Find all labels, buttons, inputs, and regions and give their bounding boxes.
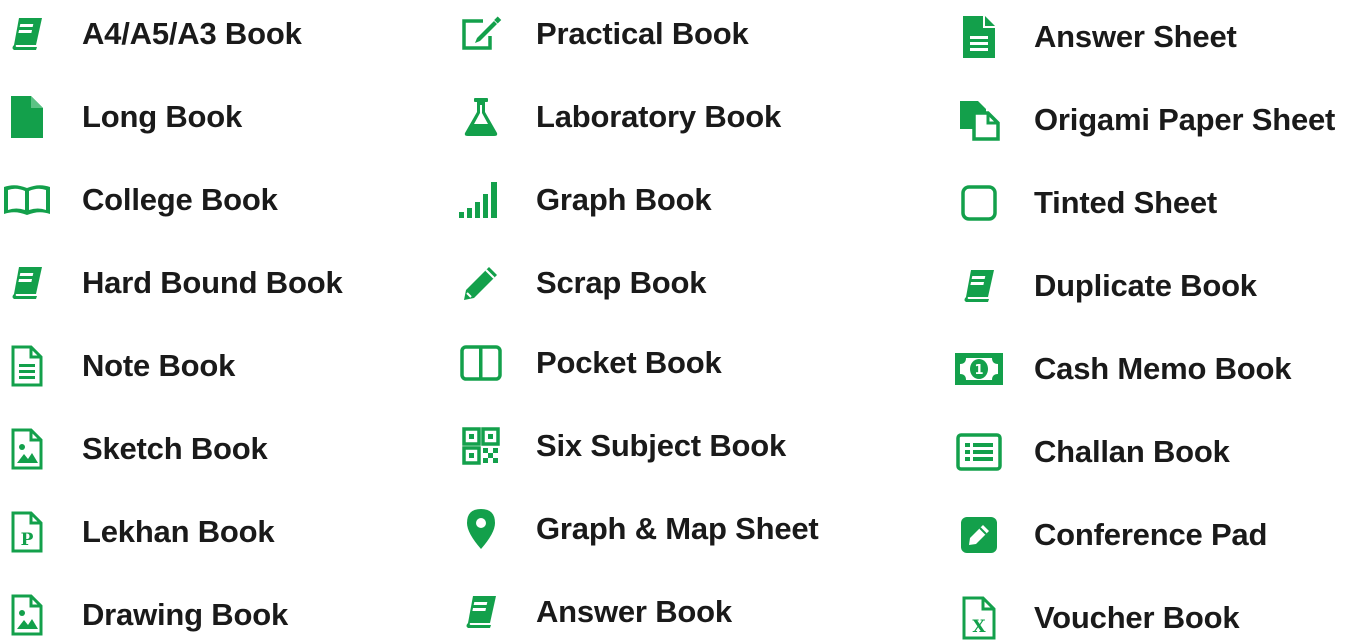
category-link-lekhan-book[interactable]: P Lekhan Book [0,510,275,554]
category-link-challan-book[interactable]: Challan Book [952,430,1230,474]
category-link-tinted-sheet[interactable]: Tinted Sheet [952,181,1217,225]
document-lines-icon [0,344,54,388]
category-link-scrap-book[interactable]: Scrap Book [454,261,706,305]
category-label: Cash Memo Book [1034,351,1292,386]
book-category-grid: A4/A5/A3 Book Long Book College Book Hard B… [0,0,1356,640]
category-link-practical-book[interactable]: Practical Book [454,12,749,56]
file-icon [0,95,54,139]
open-book-icon [0,178,54,222]
category-link-graph-map-sheet[interactable]: Graph & Map Sheet [454,507,819,551]
category-label: A4/A5/A3 Book [82,16,302,51]
category-link-graph-book[interactable]: Graph Book [454,178,712,222]
book-icon [0,12,54,56]
category-link-duplicate-book[interactable]: Duplicate Book [952,264,1257,308]
image-file-icon [0,593,54,637]
square-outline-icon [952,181,1006,225]
category-link-sketch-book[interactable]: Sketch Book [0,427,268,471]
category-label: Answer Sheet [1034,19,1237,54]
category-link-a4-a5-a3-book[interactable]: A4/A5/A3 Book [0,12,302,56]
category-label: Voucher Book [1034,600,1240,635]
category-label: Long Book [82,99,243,134]
book-icon [454,590,508,634]
p-file-icon: P [0,510,54,554]
pencil-square-icon [952,513,1006,557]
category-link-drawing-book[interactable]: Drawing Book [0,593,288,637]
svg-text:1: 1 [974,363,983,378]
category-label: Duplicate Book [1034,268,1257,303]
map-pin-icon [454,507,508,551]
category-link-college-book[interactable]: College Book [0,178,278,222]
category-label: Note Book [82,348,236,383]
category-label: Six Subject Book [536,428,787,463]
category-link-six-subject-book[interactable]: Six Subject Book [454,424,786,468]
copy-icon [952,98,1006,142]
category-label: Hard Bound Book [82,265,343,300]
book-icon [952,264,1006,308]
category-link-laboratory-book[interactable]: Laboratory Book [454,95,781,139]
category-link-answer-sheet[interactable]: Answer Sheet [952,15,1237,59]
category-label: Sketch Book [82,431,268,466]
money-bill-icon: 1 [952,347,1006,391]
category-label: Drawing Book [82,597,289,632]
category-label: Laboratory Book [536,99,782,134]
category-label: College Book [82,182,278,217]
category-label: Graph & Map Sheet [536,511,819,546]
category-link-origami-paper-sheet[interactable]: Origami Paper Sheet [952,98,1335,142]
image-file-icon [0,427,54,471]
category-label: Scrap Book [536,265,707,300]
qr-code-icon [454,424,508,468]
category-label: Lekhan Book [82,514,275,549]
category-label: Pocket Book [536,345,722,380]
svg-text:P: P [21,530,34,550]
signal-bars-icon [454,178,508,222]
category-link-conference-pad[interactable]: Conference Pad [952,513,1267,557]
svg-text:X: X [972,617,986,637]
category-link-answer-book[interactable]: Answer Book [454,590,732,634]
book-icon [0,261,54,305]
category-link-cash-memo-book[interactable]: 1 Cash Memo Book [952,347,1291,391]
excel-file-icon: X [952,596,1006,640]
category-link-note-book[interactable]: Note Book [0,344,235,388]
category-label: Origami Paper Sheet [1034,102,1336,137]
category-label: Challan Book [1034,434,1230,469]
category-label: Answer Book [536,594,732,629]
category-link-pocket-book[interactable]: Pocket Book [454,341,722,385]
category-link-voucher-book[interactable]: X Voucher Book [952,596,1240,640]
list-alt-icon [952,430,1006,474]
edit-square-icon [454,12,508,56]
category-link-hard-bound-book[interactable]: Hard Bound Book [0,261,343,305]
category-link-long-book[interactable]: Long Book [0,95,242,139]
columns-icon [454,341,508,385]
category-label: Graph Book [536,182,712,217]
category-label: Tinted Sheet [1034,185,1218,220]
file-text-icon [952,15,1006,59]
pencil-icon [454,261,508,305]
flask-icon [454,95,508,139]
category-label: Conference Pad [1034,517,1268,552]
category-label: Practical Book [536,16,749,51]
